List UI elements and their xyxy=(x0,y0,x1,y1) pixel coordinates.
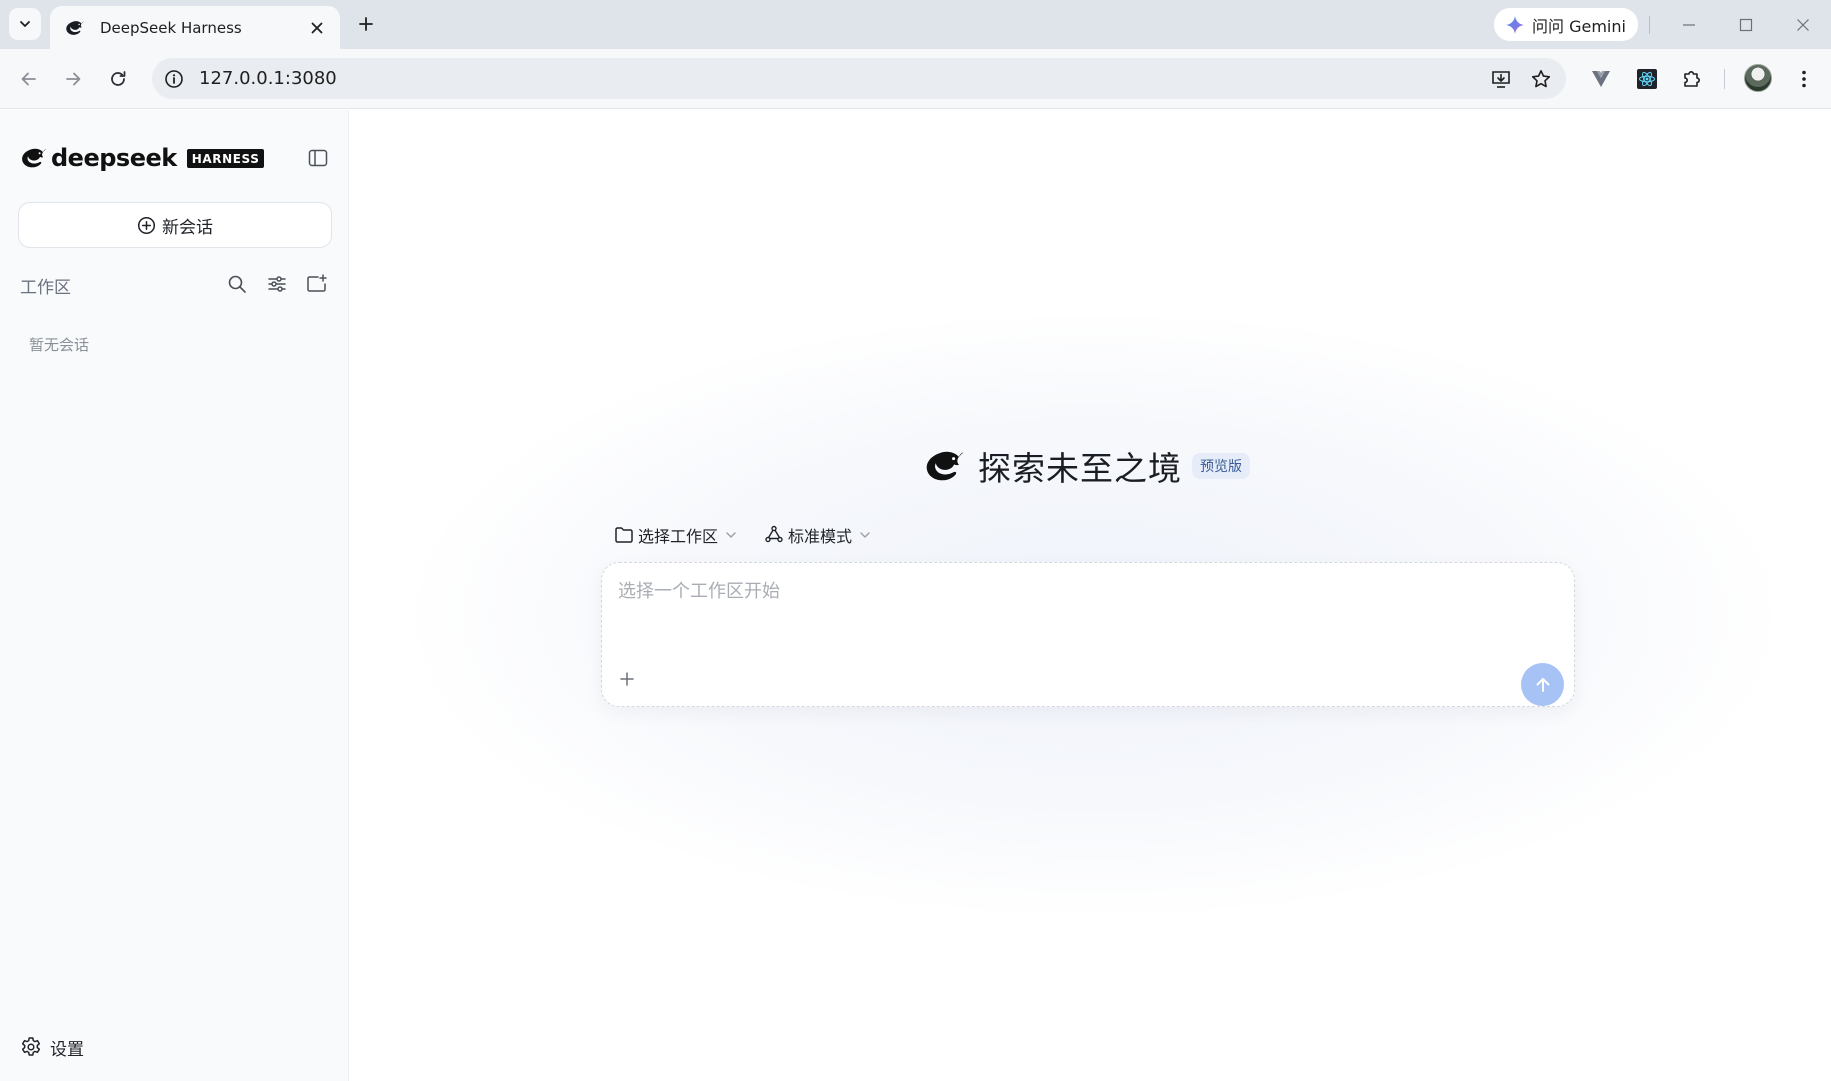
extension-v-button[interactable] xyxy=(1586,64,1616,94)
profile-avatar[interactable] xyxy=(1744,64,1772,92)
maximize-icon xyxy=(1739,18,1753,32)
extensions-button[interactable] xyxy=(1677,64,1707,94)
folder-icon xyxy=(615,527,633,543)
arrow-up-icon xyxy=(1536,677,1549,692)
brand-name: deepseek xyxy=(51,144,177,172)
chevron-down-icon xyxy=(860,532,870,538)
hero-heading: 探索未至之境 预览版 xyxy=(922,441,1250,491)
plus-icon xyxy=(620,672,634,686)
gemini-button[interactable]: 问问 Gemini xyxy=(1494,8,1638,41)
empty-sessions-label: 暂无会话 xyxy=(29,336,90,354)
plus-icon xyxy=(359,17,373,31)
chevron-down-icon xyxy=(20,21,30,27)
minimize-button[interactable] xyxy=(1676,12,1702,38)
send-button[interactable] xyxy=(1521,663,1564,706)
message-composer xyxy=(601,562,1575,707)
close-icon xyxy=(311,22,323,33)
tab-search-button[interactable] xyxy=(9,8,41,40)
folder-plus-icon xyxy=(307,274,327,292)
chevron-down-icon xyxy=(726,532,736,538)
gemini-label: 问问 Gemini xyxy=(1532,16,1626,36)
browser-menu-button[interactable] xyxy=(1789,64,1819,94)
browser-tabstrip: DeepSeek Harness 问问 Gemini xyxy=(0,0,1831,49)
forward-button[interactable] xyxy=(58,64,88,94)
address-url[interactable]: 127.0.0.1:3080 xyxy=(199,68,1486,89)
browser-toolbar: 127.0.0.1:3080 xyxy=(0,49,1831,109)
sidebar-panel-icon xyxy=(308,149,328,167)
new-tab-button[interactable] xyxy=(352,10,380,38)
extension-react-button[interactable] xyxy=(1632,64,1662,94)
workspace-select[interactable]: 选择工作区 xyxy=(614,523,738,547)
mode-select[interactable]: 标准模式 xyxy=(764,523,872,547)
new-chat-label: 新会话 xyxy=(162,217,213,238)
deepseek-whale-icon xyxy=(22,148,46,168)
sliders-icon xyxy=(268,276,286,292)
hero-title: 探索未至之境 xyxy=(978,449,1182,488)
settings-button[interactable]: 设置 xyxy=(20,1033,84,1061)
toolbar-separator xyxy=(1724,69,1725,89)
preview-badge: 预览版 xyxy=(1192,453,1250,479)
add-workspace-button[interactable] xyxy=(304,271,330,297)
attach-button[interactable] xyxy=(614,666,640,692)
react-devtools-icon xyxy=(1637,69,1657,89)
chrome-separator xyxy=(1649,16,1650,34)
brand-logo: deepseek HARNESS xyxy=(19,142,265,174)
search-sessions-button[interactable] xyxy=(224,271,250,297)
vue-devtools-icon xyxy=(1592,71,1610,87)
sidebar: deepseek HARNESS 新会话 工作区 暂无会话 设置 xyxy=(0,110,349,1081)
reload-icon xyxy=(111,71,126,86)
deepseek-whale-icon xyxy=(66,20,84,35)
tab-close-button[interactable] xyxy=(306,17,328,39)
composer-controls: 选择工作区 标准模式 xyxy=(614,520,898,550)
filter-sessions-button[interactable] xyxy=(264,271,290,297)
brand-badge: HARNESS xyxy=(186,148,265,168)
back-button[interactable] xyxy=(14,64,44,94)
minimize-icon xyxy=(1683,24,1695,26)
star-icon xyxy=(1531,69,1551,87)
browser-tab[interactable]: DeepSeek Harness xyxy=(50,6,340,49)
address-bar[interactable]: 127.0.0.1:3080 xyxy=(152,58,1566,99)
mode-select-label: 标准模式 xyxy=(788,527,853,546)
deepseek-whale-icon xyxy=(926,451,964,481)
mode-nodes-icon xyxy=(765,525,783,543)
more-vertical-icon xyxy=(1802,70,1806,88)
window-close-button[interactable] xyxy=(1790,12,1816,38)
maximize-button[interactable] xyxy=(1733,12,1759,38)
site-info-button[interactable] xyxy=(161,66,187,92)
search-icon xyxy=(228,275,246,293)
arrow-right-icon xyxy=(66,72,81,86)
sidebar-toggle-button[interactable] xyxy=(305,145,331,171)
workspace-section-label: 工作区 xyxy=(20,278,71,298)
workspace-select-label: 选择工作区 xyxy=(638,527,719,546)
plus-circle-icon xyxy=(137,216,156,234)
reload-button[interactable] xyxy=(103,64,133,94)
settings-label: 设置 xyxy=(50,1039,84,1060)
gemini-sparkle-icon xyxy=(1506,15,1524,34)
arrow-left-icon xyxy=(21,72,36,86)
puzzle-icon xyxy=(1684,71,1700,87)
install-app-button[interactable] xyxy=(1486,64,1516,94)
message-input[interactable] xyxy=(618,577,1548,637)
gear-icon xyxy=(21,1037,41,1056)
bookmark-button[interactable] xyxy=(1526,64,1556,94)
install-app-icon xyxy=(1492,70,1510,88)
tab-title: DeepSeek Harness xyxy=(100,18,242,37)
info-icon xyxy=(165,69,183,88)
new-chat-button[interactable]: 新会话 xyxy=(18,202,332,248)
main-content: 探索未至之境 预览版 选择工作区 标准模式 xyxy=(350,110,1831,1081)
close-icon xyxy=(1797,19,1809,31)
